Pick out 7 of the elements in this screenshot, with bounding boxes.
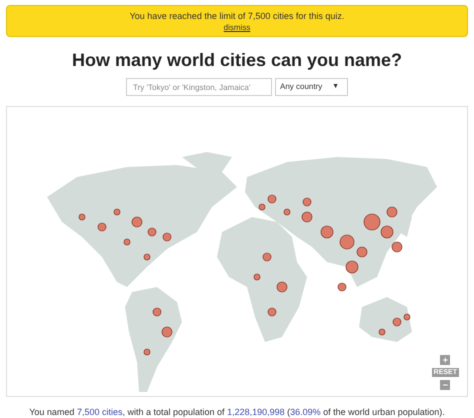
dismiss-link[interactable]: dismiss <box>224 22 250 32</box>
summary-text: You named 7,500 cities, with a total population of 1,228,190,998 (36.09% of the world urban population). <box>29 406 445 418</box>
zoom-out-button[interactable]: − <box>440 380 450 390</box>
quiz-title: How many world cities can you name? <box>72 49 402 71</box>
banner-message: You have reached the limit of 7,500 cities for this quiz. <box>130 10 344 22</box>
zoom-in-button[interactable]: + <box>440 355 450 365</box>
search-field[interactable]: Try 'Tokyo' or 'Kingston, Jamaica' <box>126 78 272 96</box>
